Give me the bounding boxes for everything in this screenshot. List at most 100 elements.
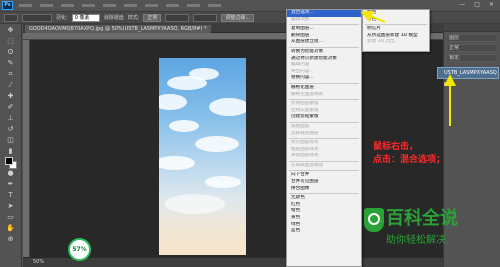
annotation-text: 鼠标右击， 点击：混合选项；	[373, 141, 445, 167]
menu-separator	[289, 160, 359, 162]
selection-mode-buttons[interactable]	[22, 13, 52, 22]
menu-separator	[289, 24, 359, 26]
dodge-tool-icon[interactable]: ●	[3, 168, 19, 178]
percent-badge: 57%	[68, 238, 91, 261]
layer-row[interactable]: USTB_LASMPXYAASQ	[437, 67, 499, 79]
history-brush-tool-icon[interactable]: ↺	[3, 124, 19, 134]
menu-item: 拷贝图层样式	[291, 140, 319, 146]
antialias-checkbox-label[interactable]: 消除锯齿	[104, 14, 124, 21]
menu-item[interactable]: 紫色	[363, 10, 429, 17]
menu-item[interactable]: 通过拷贝新建智能对象	[287, 56, 361, 63]
menu-item[interactable]: 蓝色	[287, 228, 361, 235]
menu-item: 链接图层	[291, 123, 310, 129]
brush-tool-icon[interactable]: ✐	[3, 102, 19, 112]
menu-item[interactable]: 从图层建立组...	[287, 39, 361, 46]
height-field[interactable]	[193, 13, 218, 22]
vertical-ruler	[23, 40, 30, 257]
menu-item[interactable]: 绿色	[287, 222, 361, 229]
menu-item[interactable]	[145, 4, 158, 7]
watermark: 百科全说 助你轻松解决	[364, 208, 488, 260]
panel-row[interactable]: 图层	[446, 34, 498, 42]
menu-item[interactable]	[19, 4, 32, 7]
document-image[interactable]	[159, 58, 246, 255]
foreground-color-swatch[interactable]	[5, 157, 13, 165]
menu-separator	[289, 82, 359, 84]
width-field[interactable]	[165, 13, 190, 22]
menu-item[interactable]: 红色	[287, 202, 361, 209]
healing-brush-tool-icon[interactable]: ✚	[3, 91, 19, 101]
menu-separator	[289, 46, 359, 48]
menu-item[interactable]	[40, 4, 53, 7]
feather-input[interactable]: 0 像素	[71, 13, 100, 22]
zoom-tool-icon[interactable]: ⊕	[3, 234, 19, 244]
eyedropper-tool-icon[interactable]: ⁄	[3, 80, 19, 90]
menu-separator	[289, 99, 359, 101]
menu-item[interactable]	[82, 4, 95, 7]
quick-select-tool-icon[interactable]: ✎	[3, 58, 19, 68]
cloud-shape	[159, 94, 187, 110]
move-tool-icon[interactable]: ✥	[3, 25, 19, 35]
menu-item[interactable]: 转换为智能对象	[287, 49, 361, 56]
pen-tool-icon[interactable]: ✒	[3, 179, 19, 189]
menu-item[interactable]	[103, 4, 116, 7]
menu-item: 启用矢量蒙版	[291, 107, 319, 113]
tool-preset-picker[interactable]	[4, 13, 18, 22]
refine-edge-button[interactable]: 调整边缘...	[221, 13, 255, 22]
hand-tool-icon[interactable]: ✋	[3, 223, 19, 233]
clone-stamp-tool-icon[interactable]: ⊥	[3, 113, 19, 123]
menu-item[interactable]	[187, 4, 200, 7]
cloud-shape	[165, 194, 225, 214]
menu-item[interactable]: 无颜色	[287, 195, 361, 202]
menu-item[interactable]	[166, 4, 179, 7]
menu-item[interactable]: 橙色	[287, 208, 361, 215]
menu-item[interactable]: 创建剪贴蒙版	[287, 114, 361, 121]
cloud-shape	[169, 120, 199, 132]
marquee-tool-icon[interactable]: ⬚	[3, 36, 19, 46]
minimize-icon[interactable]: —	[459, 2, 465, 8]
watermark-logo-ring	[368, 213, 380, 225]
menu-item[interactable]: 拼合图像	[287, 186, 361, 193]
tools-panel: ✥ ⬚ ʘ ✎ ⌗ ⁄ ✚ ✐ ⊥ ↺ ◫ ▮ ◆ ● ✒ T ➤ ▭ ✋ ⊕	[0, 24, 22, 267]
style-select[interactable]: 正常	[143, 13, 162, 22]
menu-item[interactable]: 删除图层	[287, 33, 361, 40]
menu-item: 清除图层样式	[291, 153, 319, 159]
menu-item[interactable]: 灰色	[363, 17, 429, 24]
menu-item[interactable]	[61, 4, 74, 7]
menu-item[interactable]: 栅格化图层	[287, 85, 361, 92]
lock-row[interactable]: 锁定:	[446, 54, 498, 62]
menu-item[interactable]: 复制图层...	[287, 26, 361, 33]
lasso-tool-icon[interactable]: ʘ	[3, 47, 19, 57]
path-select-tool-icon[interactable]: ➤	[3, 201, 19, 211]
shape-tool-icon[interactable]: ▭	[3, 212, 19, 222]
menu-item[interactable]: 从所选图层新建 3D 模型	[363, 33, 429, 40]
cloud-shape	[189, 68, 219, 80]
menu-item[interactable]: 混合选项...	[287, 10, 361, 17]
menu-item: 粘贴图层样式	[291, 146, 319, 152]
cloud-shape	[159, 156, 195, 170]
menu-item[interactable]: 替换内容...	[287, 75, 361, 82]
type-tool-icon[interactable]: T	[3, 190, 19, 200]
cloud-shape	[195, 136, 239, 152]
visibility-eye-icon[interactable]	[444, 82, 448, 86]
menu-item[interactable]: 向下合并	[287, 172, 361, 179]
crop-tool-icon[interactable]: ⌗	[3, 69, 19, 79]
menu-separator	[365, 24, 427, 26]
blend-mode-select[interactable]: 正常	[446, 44, 498, 52]
annotation-line-1: 鼠标右击，	[373, 142, 419, 152]
feather-label: 羽化:	[56, 15, 68, 21]
menu-item[interactable]: 合并可见图层	[287, 179, 361, 186]
document-tab[interactable]: GOOD4OAOVMQB70AXPQ.jpg @ 50%(USTB_LASMPX…	[25, 25, 211, 33]
close-icon[interactable]: ✕	[489, 2, 494, 8]
gradient-tool-icon[interactable]: ▮	[3, 146, 19, 156]
watermark-logo-icon	[364, 208, 384, 232]
menu-separator	[289, 170, 359, 172]
menu-item: 编辑调整...	[291, 16, 314, 22]
maximize-icon[interactable]: □	[474, 2, 480, 8]
menu-item[interactable]: 明信片	[363, 26, 429, 33]
eraser-tool-icon[interactable]: ◫	[3, 135, 19, 145]
menu-item[interactable]	[124, 4, 137, 7]
menu-item[interactable]	[208, 4, 221, 7]
menu-item[interactable]: 黄色	[287, 215, 361, 222]
window-controls: — □ ✕	[459, 2, 494, 8]
menu-item: 新建 3D 凸出	[367, 39, 395, 45]
